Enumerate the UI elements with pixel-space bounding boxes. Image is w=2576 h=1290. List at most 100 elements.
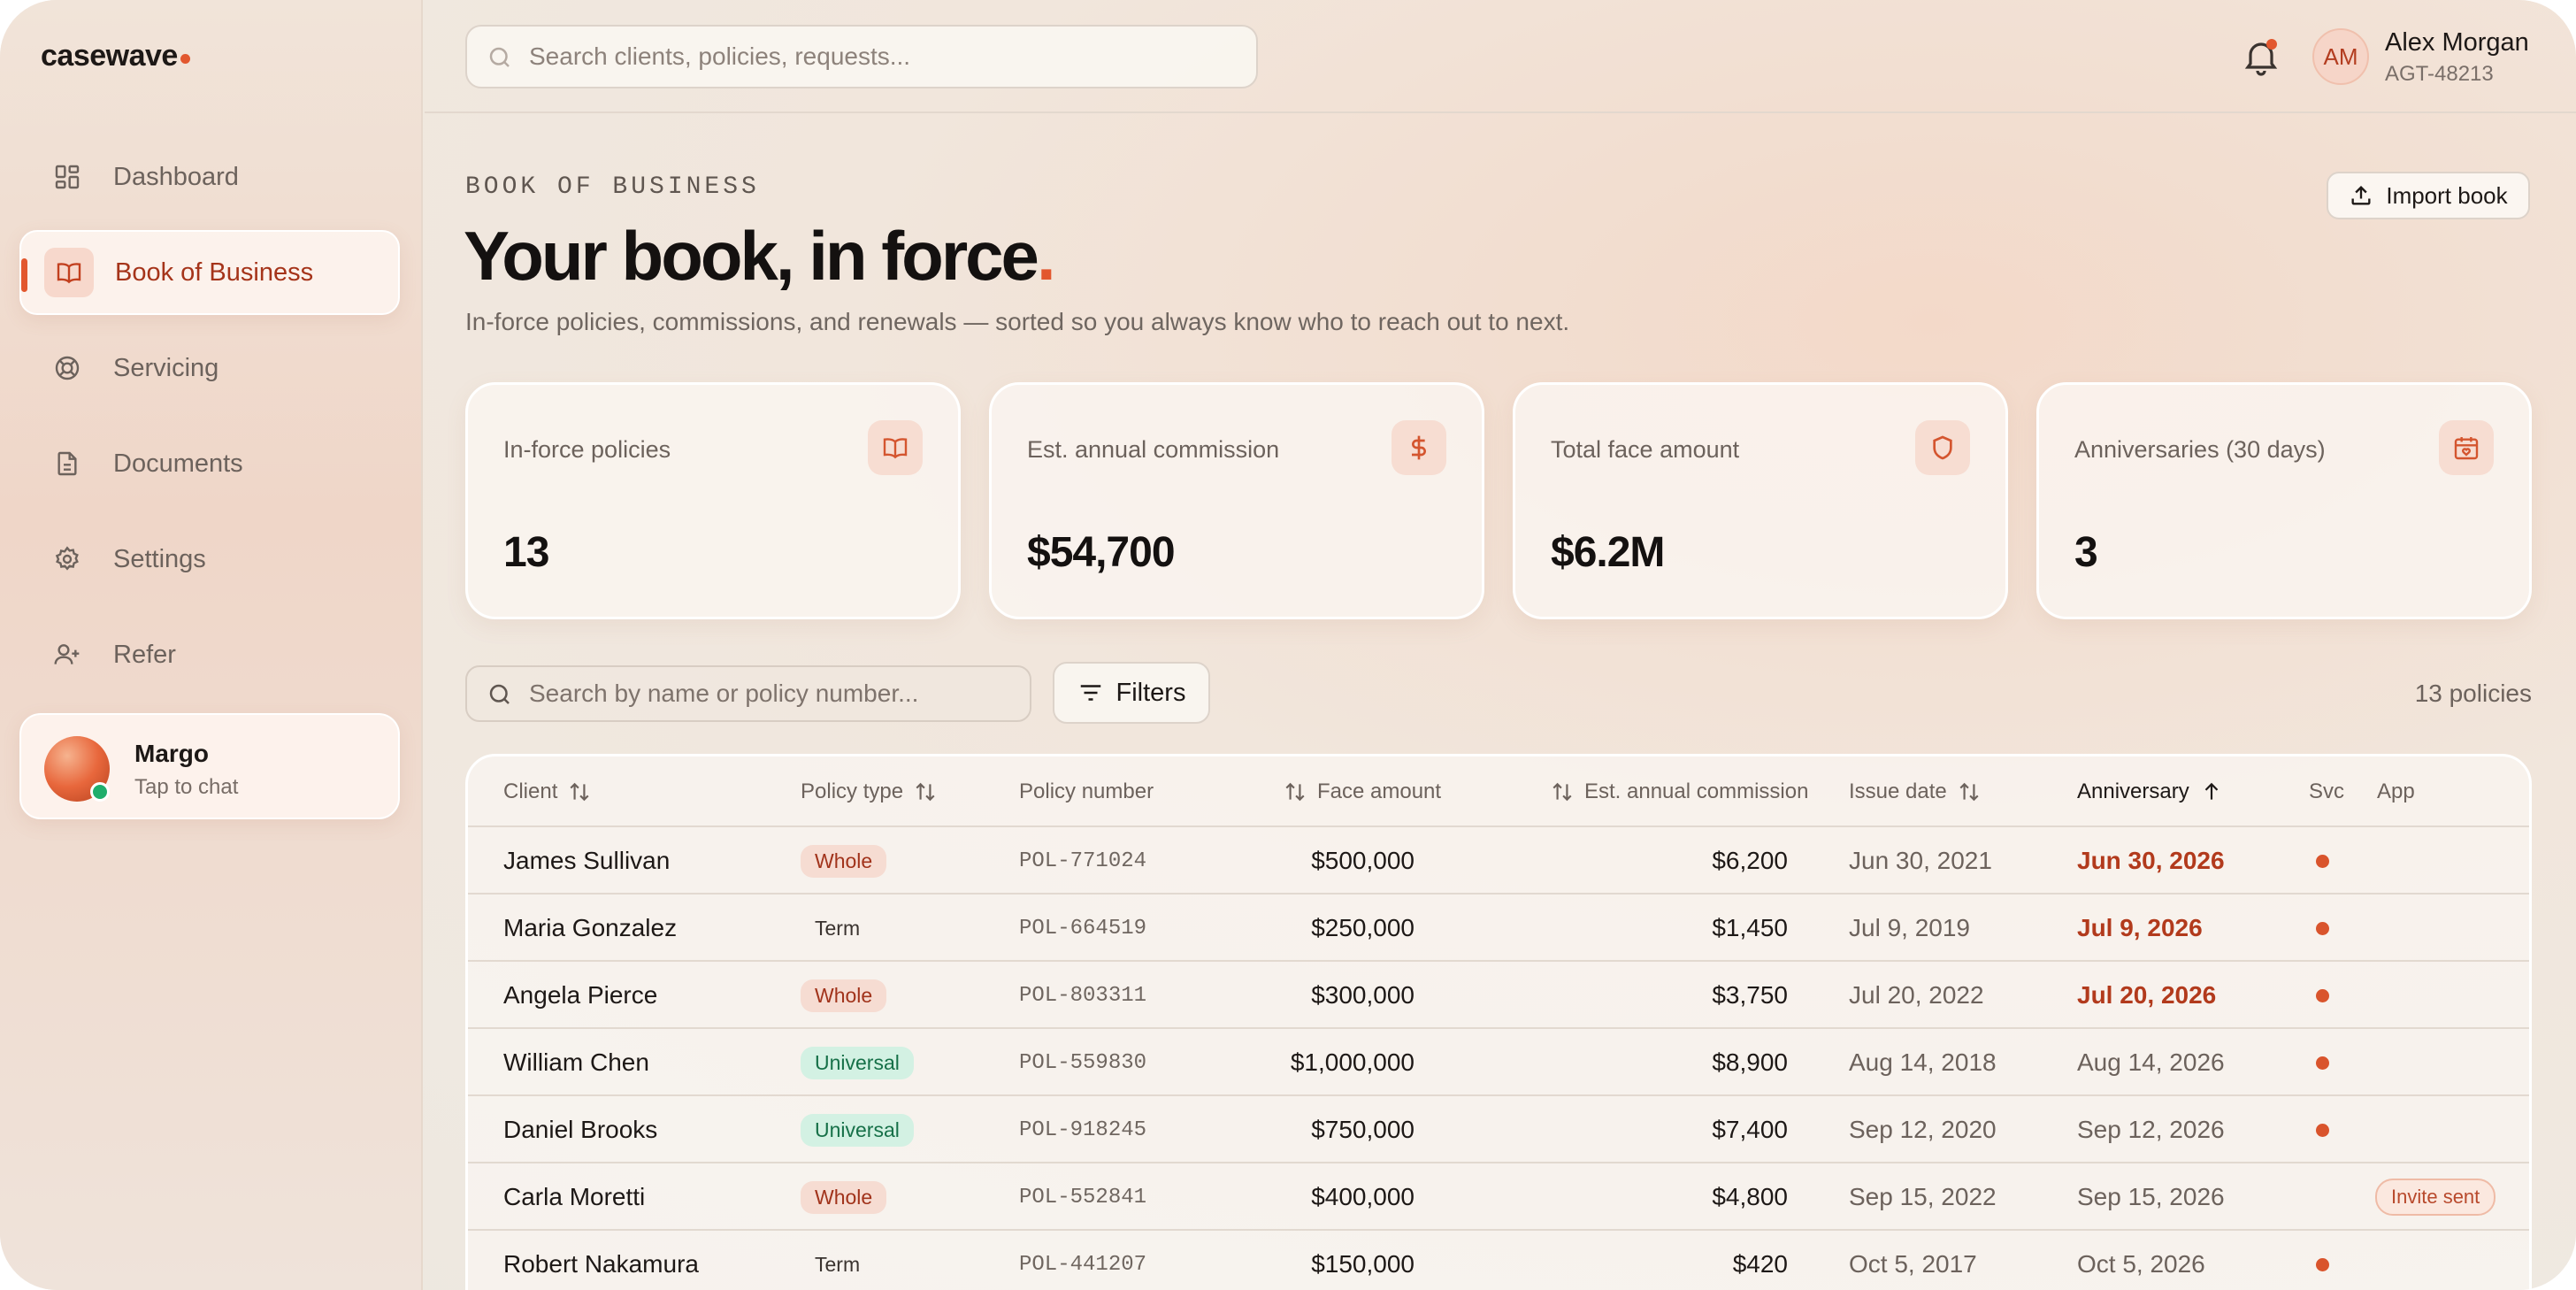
kpi-label: Est. annual commission [1027, 436, 1280, 463]
face-amount: $150,000 [1311, 1250, 1414, 1278]
issue-date: Sep 12, 2020 [1849, 1116, 1997, 1143]
face-amount: $750,000 [1311, 1116, 1414, 1143]
client-name[interactable]: William Chen [503, 1029, 649, 1096]
filter-icon [1077, 680, 1104, 706]
assistant-name: Margo [134, 740, 209, 767]
policy-type-badge: Universal [801, 1096, 914, 1163]
policy-number: POL-918245 [1019, 1117, 1147, 1142]
policy-type-badge: Term [815, 1252, 861, 1276]
kpi-cards: In-force policies 13 Est. annual commiss… [465, 382, 2532, 621]
global-search[interactable] [465, 25, 1258, 88]
filters-button[interactable]: Filters [1053, 662, 1210, 724]
column-header-svc: Svc [2309, 779, 2345, 803]
client-name[interactable]: Angela Pierce [503, 962, 657, 1029]
service-status-dot [2316, 895, 2329, 962]
table-row[interactable]: Carla Moretti Whole POL-552841 $400,000 $4,8… [468, 1163, 2529, 1231]
table-row[interactable]: William Chen Universal POL-559830 $1,000,00… [468, 1029, 2529, 1096]
sidebar-item-label: Book of Business [115, 257, 314, 287]
policy-type-badge: Universal [801, 1029, 914, 1096]
kpi-value: $6.2M [1551, 529, 1665, 576]
column-header-policy-type[interactable]: Policy type [801, 779, 937, 804]
policy-count: 13 policies [2414, 680, 2532, 707]
column-header-commission[interactable]: Est. annual commission [1551, 779, 1808, 804]
kpi-label: Total face amount [1551, 436, 1740, 463]
issue-date: Sep 15, 2022 [1849, 1183, 1997, 1210]
issue-date: Jul 9, 2019 [1849, 914, 1970, 941]
search-icon [487, 681, 513, 712]
column-header-issue-date[interactable]: Issue date [1849, 779, 1981, 804]
page-subtitle: In-force policies, commissions, and rene… [465, 308, 1570, 335]
policy-number: POL-441207 [1019, 1252, 1147, 1277]
kpi-value: 3 [2074, 529, 2098, 576]
policy-number: POL-803311 [1019, 983, 1147, 1008]
sort-icon [568, 780, 591, 803]
filters-label: Filters [1116, 678, 1186, 707]
chat-assistant-card[interactable]: Margo Tap to chat [19, 713, 400, 819]
kpi-label: Anniversaries (30 days) [2074, 436, 2326, 463]
sidebar-item-servicing[interactable]: Servicing [19, 326, 400, 411]
sort-icon [1284, 780, 1307, 803]
anniversary-date: Jul 9, 2026 [2077, 914, 2203, 941]
book-icon [868, 420, 923, 475]
table-header: Client Policy type Policy number Face am… [468, 756, 2529, 827]
table-search-input[interactable] [529, 667, 1024, 720]
sort-icon [914, 780, 937, 803]
search-icon [487, 44, 513, 75]
policy-type-badge: Whole [801, 1163, 887, 1231]
sidebar-item-refer[interactable]: Refer [19, 612, 400, 697]
sidebar-item-label: Refer [113, 640, 176, 669]
book-icon [44, 248, 94, 297]
face-amount: $400,000 [1311, 1183, 1414, 1210]
sort-icon [1551, 780, 1574, 803]
sidebar-item-label: Settings [113, 544, 206, 573]
notification-dot [2266, 39, 2277, 50]
online-status-dot [90, 782, 110, 802]
client-name[interactable]: Carla Moretti [503, 1163, 645, 1231]
kpi-label: In-force policies [503, 436, 671, 463]
top-bar: AM Alex Morgan AGT-48213 [425, 0, 2576, 113]
client-name[interactable]: Maria Gonzalez [503, 895, 677, 962]
notifications-button[interactable] [2240, 35, 2282, 78]
dollar-icon [1392, 420, 1446, 475]
table-row[interactable]: Maria Gonzalez Term POL-664519 $250,000 $1,4… [468, 895, 2529, 962]
client-name[interactable]: Robert Nakamura [503, 1231, 699, 1290]
policy-type-badge: Whole [801, 962, 887, 1029]
est-annual-commission: $7,400 [1712, 1116, 1788, 1143]
est-annual-commission: $8,900 [1712, 1048, 1788, 1076]
table-row[interactable]: Angela Pierce Whole POL-803311 $300,000 $3,7… [468, 962, 2529, 1029]
table-row[interactable]: Robert Nakamura Term POL-441207 $150,000 $42… [468, 1231, 2529, 1290]
user-plus-icon [50, 637, 85, 672]
issue-date: Jun 30, 2021 [1849, 847, 1992, 874]
policy-type-badge: Term [815, 916, 861, 940]
global-search-input[interactable] [529, 27, 1237, 87]
column-header-face-amount[interactable]: Face amount [1284, 779, 1441, 804]
table-search[interactable] [465, 665, 1031, 722]
policy-type-badge: Whole [801, 827, 887, 895]
anniversary-date: Sep 15, 2026 [2077, 1183, 2225, 1210]
issue-date: Jul 20, 2022 [1849, 981, 1984, 1009]
table-row[interactable]: James Sullivan Whole POL-771024 $500,000 $6,… [468, 827, 2529, 895]
user-avatar[interactable]: AM [2312, 28, 2369, 85]
import-book-button[interactable]: Import book [2327, 172, 2530, 219]
user-name: Alex Morgan [2385, 28, 2529, 57]
column-header-policy-number: Policy number [1019, 779, 1154, 803]
client-name[interactable]: James Sullivan [503, 827, 670, 895]
sidebar-item-documents[interactable]: Documents [19, 421, 400, 506]
column-header-anniversary[interactable]: Anniversary [2077, 779, 2223, 804]
face-amount: $1,000,000 [1290, 1048, 1414, 1076]
column-header-client[interactable]: Client [503, 779, 591, 804]
sidebar-item-book-of-business[interactable]: Book of Business [19, 230, 400, 315]
client-name[interactable]: Daniel Brooks [503, 1096, 657, 1163]
sidebar-item-dashboard[interactable]: Dashboard [19, 134, 400, 219]
face-amount: $500,000 [1311, 847, 1414, 874]
table-row[interactable]: Daniel Brooks Universal POL-918245 $750,000… [468, 1096, 2529, 1163]
brand-logo[interactable]: casewave [41, 39, 190, 73]
sidebar-item-settings[interactable]: Settings [19, 517, 400, 602]
app-window: casewave Dashboard Book of Business Serv… [0, 0, 2576, 1290]
logo-dot [180, 54, 190, 64]
policy-number: POL-771024 [1019, 848, 1147, 873]
service-status-dot [2316, 1231, 2329, 1290]
user-agent-id: AGT-48213 [2385, 62, 2494, 86]
face-amount: $300,000 [1311, 981, 1414, 1009]
calendar-heart-icon [2439, 420, 2494, 475]
